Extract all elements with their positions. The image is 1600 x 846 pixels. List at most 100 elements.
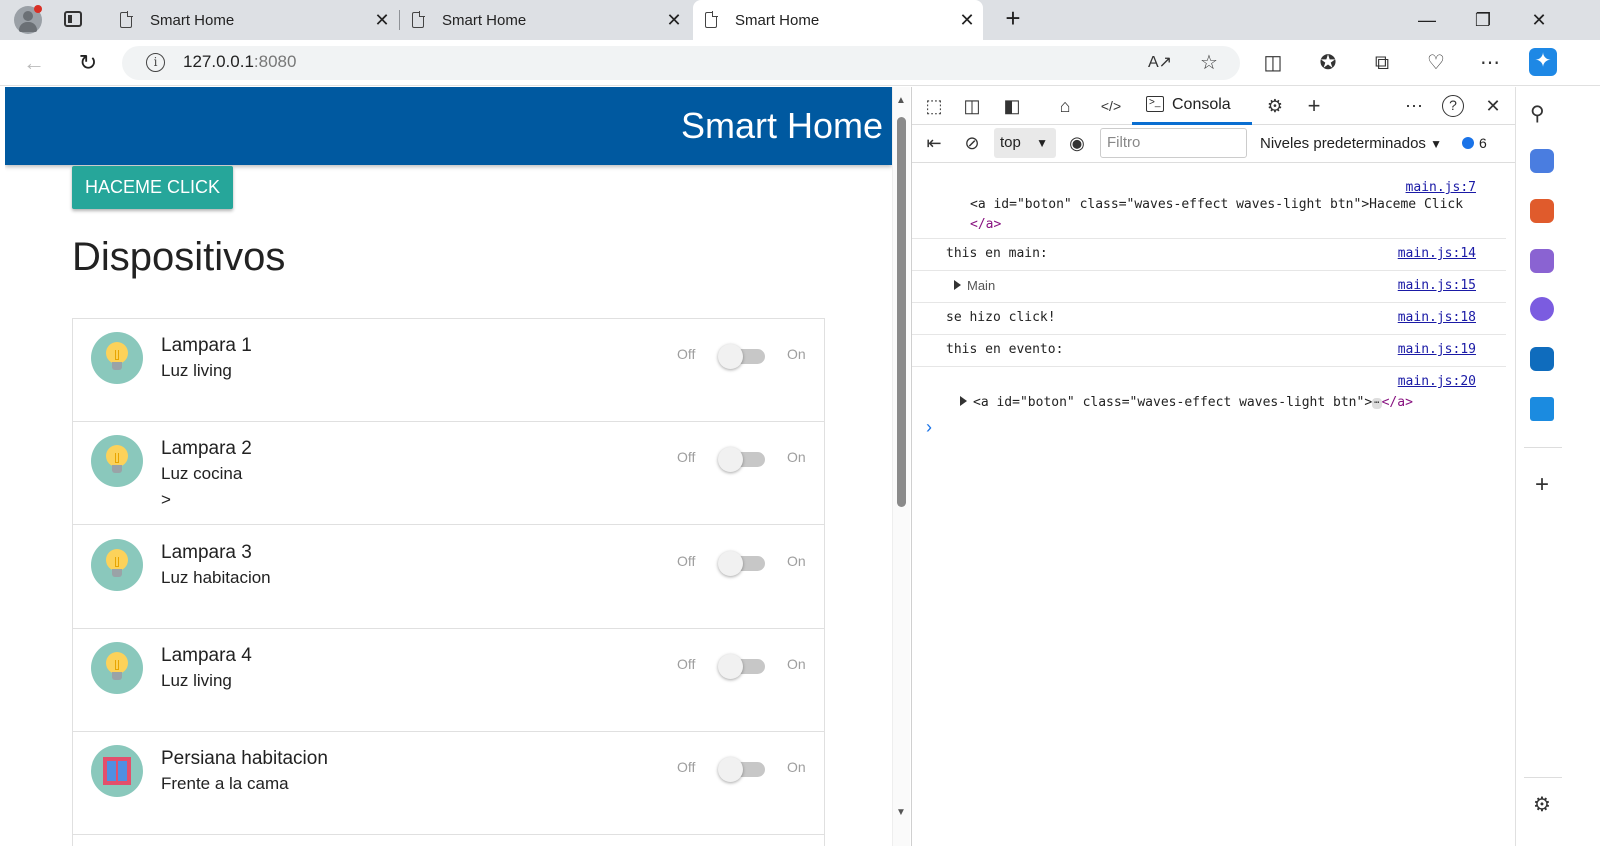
source-link[interactable]: main.js:7	[1406, 180, 1476, 195]
close-window-icon[interactable]: ✕	[1525, 6, 1553, 34]
navbar: Smart Home	[5, 87, 892, 165]
collapsed-content-icon[interactable]: ⋯	[1372, 398, 1382, 409]
read-aloud-icon[interactable]: A↗	[1147, 50, 1173, 76]
source-link[interactable]: main.js:14	[1398, 246, 1476, 261]
drop-icon[interactable]	[1530, 397, 1554, 421]
source-link[interactable]: main.js:20	[1398, 374, 1476, 389]
dropdown-arrow-icon: ▼	[1036, 136, 1048, 150]
url-text[interactable]: 127.0.0.1:8080	[183, 52, 296, 72]
device-item: Lampara 3 Luz habitacion Off On	[73, 526, 824, 629]
page-scrollbar[interactable]: ▲ ▼	[892, 87, 910, 846]
message-icon	[1462, 137, 1474, 149]
settings-gear-icon[interactable]: ⚙	[1530, 793, 1554, 817]
url-host: 127.0.0.1	[183, 52, 254, 71]
context-value: top	[1000, 134, 1021, 151]
switch-knob[interactable]	[718, 654, 743, 679]
device-item: Lampara 2 Luz cocina > Off On	[73, 422, 824, 525]
reload-icon[interactable]: ↻	[75, 50, 101, 76]
copilot-icon[interactable]: ✦	[1529, 48, 1557, 76]
log-html-text[interactable]: <a id="boton" class="waves-effect waves-…	[970, 197, 1463, 212]
favorite-star-icon[interactable]: ☆	[1196, 50, 1222, 76]
dock-sidebar-icon[interactable]: ◧	[1000, 95, 1024, 117]
sidebar-toggle-icon[interactable]: ⇤	[922, 132, 946, 154]
device-item: Persiana habitacion Frente a la cama Off…	[73, 732, 824, 835]
edge-sidebar: ⚲ + ⚙	[1515, 87, 1568, 846]
welcome-home-icon[interactable]: ⌂	[1053, 95, 1077, 117]
add-sidebar-app-icon[interactable]: +	[1530, 473, 1554, 497]
profile-avatar[interactable]	[14, 5, 42, 34]
log-html-text: <a id="boton" class="waves-effect waves-…	[973, 395, 1373, 410]
more-tools-plus-icon[interactable]: +	[1302, 95, 1326, 117]
new-tab-button[interactable]: +	[1000, 5, 1026, 32]
filter-input[interactable]: Filtro	[1100, 128, 1247, 158]
log-element[interactable]: <a id="boton" class="waves-effect waves-…	[960, 395, 1413, 410]
browser-essentials-icon[interactable]: ♡	[1423, 50, 1449, 76]
log-text: se hizo click!	[946, 310, 1056, 325]
console-message: main.js:20 <a id="boton" class="waves-ef…	[912, 367, 1506, 417]
bug-icon[interactable]: ⚙	[1263, 95, 1287, 117]
devices-list: Lampara 1 Luz living Off On Lampara 2 Lu…	[72, 318, 825, 846]
tab-title: Smart Home	[150, 11, 235, 29]
bulb-icon	[91, 539, 143, 591]
haceme-click-button[interactable]: Haceme click	[72, 166, 233, 209]
site-info-icon[interactable]: i	[146, 53, 165, 72]
browser-tab-2[interactable]: Smart Home ✕	[400, 0, 690, 40]
brand-logo[interactable]: Smart Home	[681, 105, 883, 147]
collections-icon[interactable]: ⧉	[1369, 50, 1395, 76]
back-icon[interactable]: ←	[21, 50, 47, 76]
games-icon[interactable]	[1530, 249, 1554, 273]
switch-knob[interactable]	[718, 551, 743, 576]
help-icon[interactable]: ?	[1442, 95, 1464, 117]
switch-knob[interactable]	[718, 447, 743, 472]
scrollbar-thumb[interactable]	[897, 117, 906, 507]
outlook-icon[interactable]	[1530, 347, 1554, 371]
source-link[interactable]: main.js:18	[1398, 310, 1476, 325]
devtools-more-icon[interactable]: ⋯	[1402, 95, 1426, 117]
log-text: Main	[967, 278, 996, 293]
close-tab-icon[interactable]: ✕	[664, 10, 684, 30]
message-count-badge[interactable]: 6	[1462, 135, 1487, 151]
microsoft-365-icon[interactable]	[1530, 297, 1554, 321]
switch-off-label: Off	[677, 553, 696, 569]
minimize-icon[interactable]: —	[1413, 6, 1441, 34]
switch-knob[interactable]	[718, 344, 743, 369]
console-prompt[interactable]: ›	[926, 417, 932, 438]
clear-console-icon[interactable]: ⊘	[960, 132, 984, 154]
scroll-down-arrow-icon[interactable]: ▼	[896, 807, 906, 818]
shopping-tag-icon[interactable]	[1530, 149, 1554, 173]
log-levels-dropdown[interactable]: Niveles predeterminados ▼	[1260, 135, 1442, 152]
context-selector[interactable]: top ▼	[994, 128, 1056, 158]
source-link[interactable]: main.js:15	[1398, 278, 1476, 293]
tab-actions-icon[interactable]	[64, 11, 82, 27]
page-icon	[120, 11, 133, 28]
browser-tab-1[interactable]: Smart Home ✕	[108, 0, 398, 40]
tools-icon[interactable]	[1530, 199, 1554, 223]
device-description: Luz cocina	[161, 464, 243, 483]
browser-tab-3-active[interactable]: Smart Home ✕	[693, 0, 983, 40]
log-object[interactable]: Main	[954, 278, 995, 293]
expand-triangle-icon[interactable]	[954, 280, 961, 290]
device-description: Luz living	[161, 361, 232, 380]
expand-triangle-icon[interactable]	[960, 396, 967, 406]
switch-on-label: On	[787, 759, 806, 775]
close-tab-icon[interactable]: ✕	[957, 10, 977, 30]
restore-icon[interactable]: ❐	[1469, 6, 1497, 34]
bulb-icon	[91, 332, 143, 384]
close-devtools-icon[interactable]: ✕	[1481, 95, 1505, 117]
scroll-up-arrow-icon[interactable]: ▲	[896, 95, 906, 106]
device-description: Luz habitacion	[161, 568, 271, 587]
more-menu-icon[interactable]: ⋯	[1477, 50, 1503, 76]
inspect-element-icon[interactable]: ⬚	[922, 95, 946, 117]
favorites-icon[interactable]: ✪	[1315, 50, 1341, 76]
device-emulation-icon[interactable]: ◫	[960, 95, 984, 117]
live-expression-eye-icon[interactable]: ◉	[1065, 132, 1089, 154]
log-text: this en main:	[946, 246, 1048, 261]
page-heading: Dispositivos	[72, 235, 286, 279]
switch-knob[interactable]	[718, 757, 743, 782]
source-link[interactable]: main.js:19	[1398, 342, 1476, 357]
tab-console[interactable]: >_ Consola	[1132, 87, 1252, 125]
elements-icon[interactable]: </>	[1099, 95, 1123, 117]
search-icon[interactable]: ⚲	[1530, 101, 1554, 125]
split-screen-icon[interactable]: ◫	[1260, 50, 1286, 76]
close-tab-icon[interactable]: ✕	[372, 10, 392, 30]
